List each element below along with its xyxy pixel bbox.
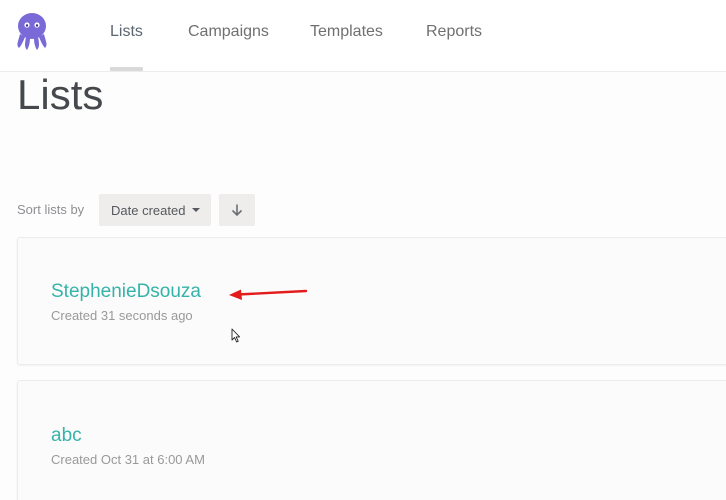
nav-tab-campaigns[interactable]: Campaigns	[188, 22, 269, 42]
list-name-link[interactable]: StephenieDsouza	[51, 281, 201, 303]
arrow-down-icon	[231, 204, 243, 217]
active-tab-indicator	[110, 67, 143, 71]
nav-tab-lists[interactable]: Lists	[110, 22, 143, 42]
sort-direction-button[interactable]	[219, 194, 255, 226]
list-name-link[interactable]: abc	[51, 425, 82, 447]
nav-tab-templates[interactable]: Templates	[310, 22, 383, 42]
list-card[interactable]: StephenieDsouza Created 31 seconds ago	[17, 237, 726, 365]
list-created-time: Created 31 seconds ago	[51, 308, 193, 323]
caret-down-icon	[192, 208, 201, 212]
list-card[interactable]: abc Created Oct 31 at 6:00 AM	[17, 380, 726, 500]
list-created-time: Created Oct 31 at 6:00 AM	[51, 452, 205, 467]
top-navigation: Lists Campaigns Templates Reports	[0, 0, 726, 72]
page-title: Lists	[17, 71, 104, 118]
sort-by-dropdown[interactable]: Date created	[99, 194, 211, 226]
octopus-logo-icon[interactable]	[15, 12, 49, 52]
nav-tab-reports[interactable]: Reports	[426, 22, 482, 42]
red-annotation-arrow-icon	[229, 289, 308, 300]
sort-label: Sort lists by	[17, 202, 85, 217]
sort-by-selected-value: Date created	[111, 202, 186, 218]
mouse-pointer-icon	[231, 328, 241, 343]
